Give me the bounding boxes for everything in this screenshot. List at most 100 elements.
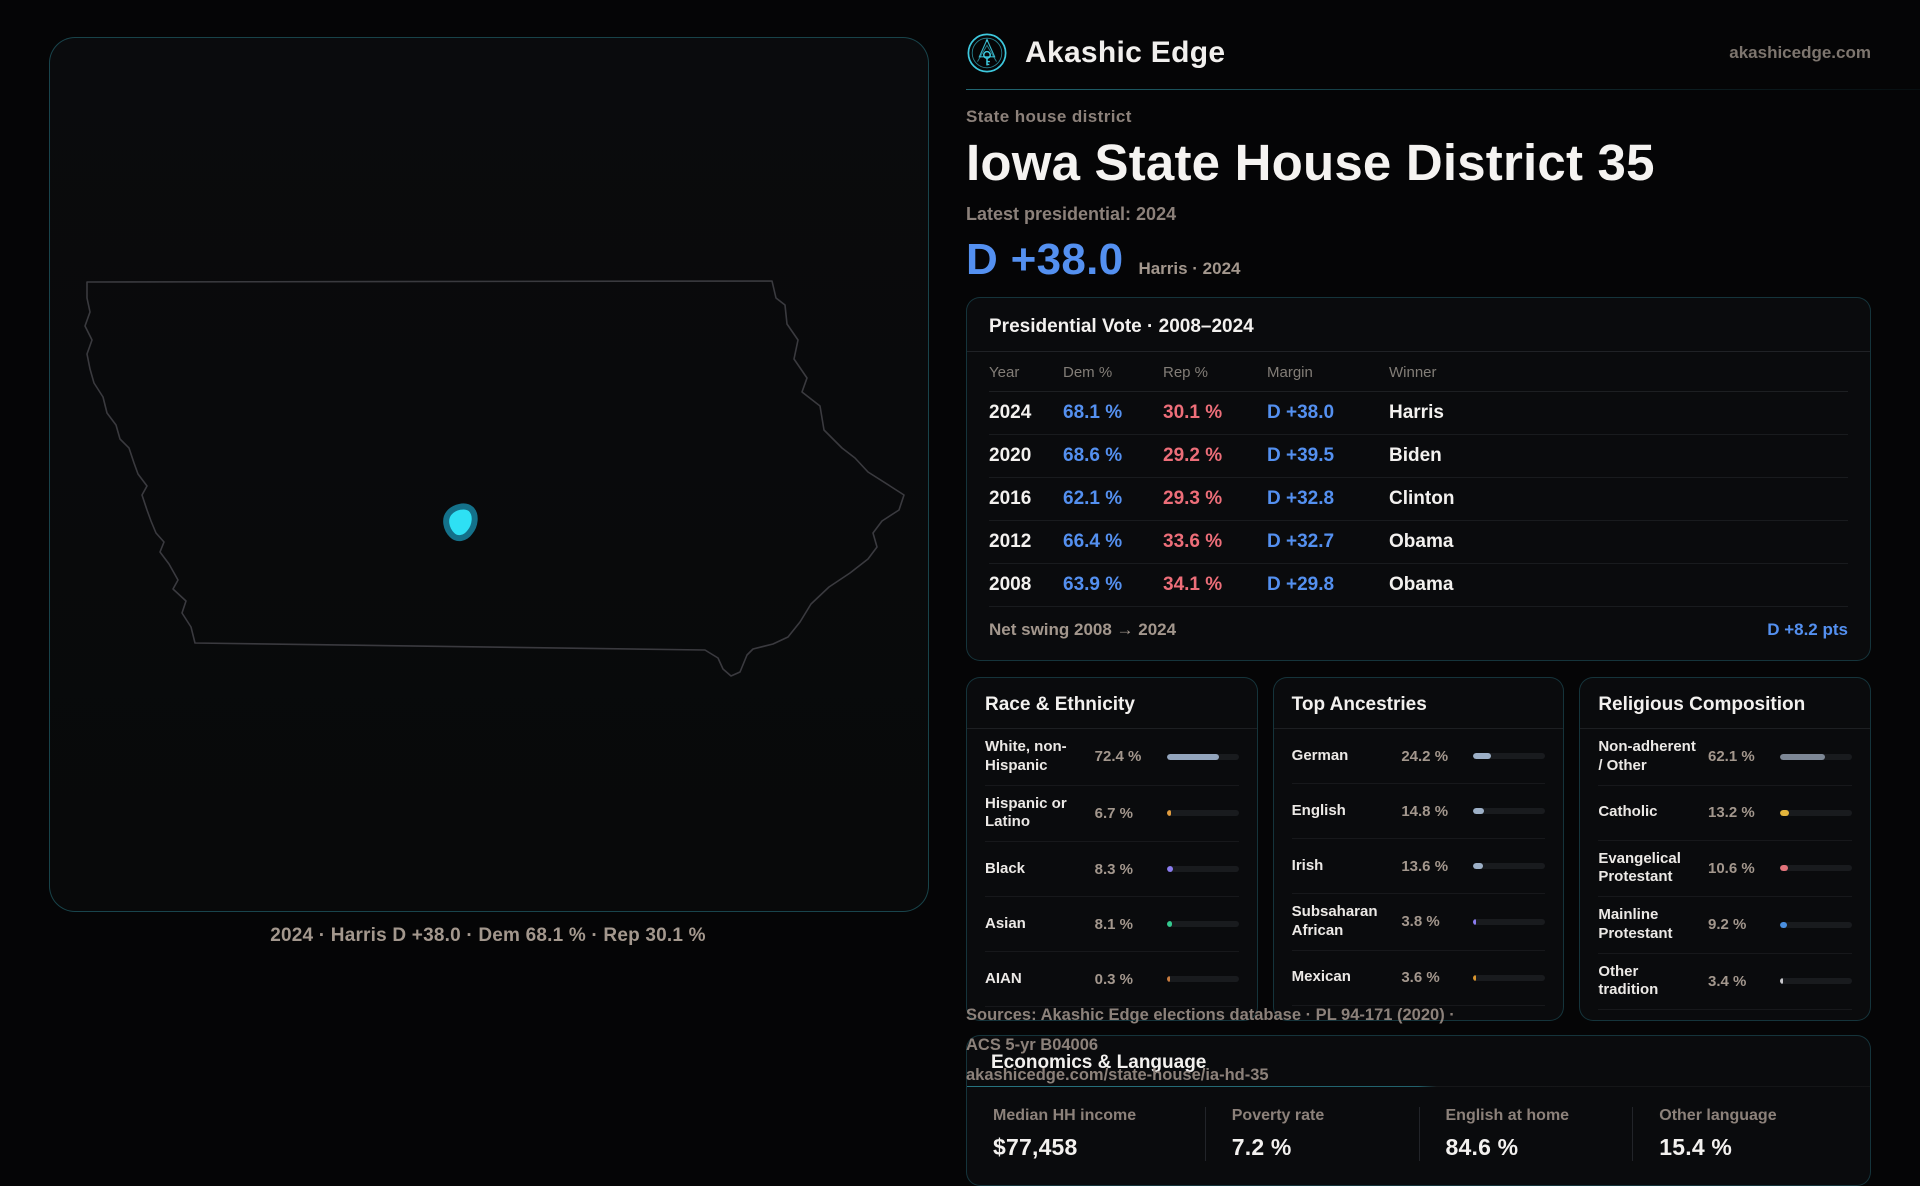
demographic-label: Catholic — [1598, 803, 1658, 821]
cell-rep-pct: 29.2 % — [1163, 445, 1223, 466]
demographic-value: 0.3 % — [1094, 970, 1134, 988]
cell-dem-pct: 68.6 % — [1063, 445, 1123, 466]
demographic-row: English 14.8 % — [1291, 784, 1546, 839]
sources-line: Sources: Akashic Edge elections database… — [966, 1006, 1455, 1054]
demographic-bar — [1166, 921, 1239, 927]
demographic-value: 24.2 % — [1401, 747, 1449, 765]
economics-stat-value: 15.4 % — [1659, 1134, 1733, 1160]
economics-stats: Median HH income $77,458 Poverty rate 7.2 %… — [991, 1107, 1846, 1161]
demographic-bar-fill — [1779, 753, 1825, 760]
demographic-row: Mainline Protestant 9.2 % — [1598, 897, 1852, 954]
demographic-bar-fill — [1473, 808, 1484, 814]
brand-domain-link[interactable]: akashicedge.com — [1729, 43, 1871, 63]
net-swing-row: Net swing 2008 → 2024 D +8.2 pts — [989, 607, 1848, 646]
demographics-grid: Race & Ethnicity White, non-Hispanic 72.4 … — [966, 677, 1871, 1021]
demographic-bar-fill — [1166, 866, 1173, 872]
cell-margin: D +38.0 — [1267, 402, 1335, 423]
economics-stat: English at home 84.6 % — [1418, 1107, 1633, 1161]
cell-margin: D +32.7 — [1267, 531, 1335, 552]
demographic-label: Mainline Protestant — [1598, 906, 1673, 942]
demographic-label: English — [1291, 801, 1346, 819]
sources-link[interactable]: akashicedge.com/state-house/ia-hd-35 — [966, 1066, 1269, 1084]
demographic-label: Black — [985, 859, 1026, 877]
col-winner: Winner — [1389, 364, 1437, 381]
demographic-label: Hispanic or Latino — [985, 794, 1067, 831]
economics-stat: Other language 15.4 % — [1632, 1107, 1846, 1161]
cell-winner: Obama — [1389, 531, 1454, 552]
brand-name: Akashic Edge — [1025, 36, 1226, 69]
demographic-bar — [1166, 753, 1239, 760]
demographic-bar — [1473, 753, 1546, 759]
cell-winner: Biden — [1389, 445, 1442, 466]
cell-dem-pct: 68.1 % — [1063, 402, 1123, 423]
demographic-row: Non-adherent / Other 62.1 % — [1598, 729, 1852, 786]
demographic-value: 8.1 % — [1094, 915, 1134, 933]
demographic-bar-fill — [1473, 753, 1491, 759]
economics-stat-label: Poverty rate — [1231, 1107, 1325, 1124]
cell-year: 2012 — [989, 531, 1032, 552]
demographic-row: Catholic 13.2 % — [1598, 786, 1852, 841]
demographic-row: German 24.2 % — [1291, 729, 1546, 784]
cell-rep-pct: 34.1 % — [1163, 574, 1223, 595]
demographic-label: Evangelical Protestant — [1598, 849, 1681, 886]
demographic-bar-fill — [1166, 810, 1172, 817]
demographics-panel: Top Ancestries German 24.2 % English 14.8 % I… — [1272, 677, 1565, 1021]
cell-rep-pct: 30.1 % — [1163, 402, 1223, 423]
cell-margin: D +32.8 — [1267, 488, 1335, 509]
economics-stat-label: English at home — [1445, 1107, 1570, 1124]
demographics-panel: Race & Ethnicity White, non-Hispanic 72.4 … — [966, 677, 1258, 1021]
district-map-panel — [49, 37, 929, 912]
presidential-panel-title: Presidential Vote · 2008–2024 — [989, 316, 1254, 337]
page-title: Iowa State House District 35 — [966, 134, 1655, 191]
demographic-bar — [1473, 974, 1546, 981]
table-body: 2024 68.1 % 30.1 % D +38.0 Harris 2020 68.6 % 2… — [989, 392, 1848, 607]
cell-dem-pct: 66.4 % — [1063, 531, 1123, 552]
col-year: Year — [989, 364, 1020, 381]
latest-presidential-label: Latest presidential: 2024 — [966, 204, 1177, 224]
demographic-bar — [1473, 808, 1546, 814]
demographic-label: Subsaharan African — [1291, 903, 1378, 939]
cell-dem-pct: 63.9 % — [1063, 574, 1123, 595]
demographic-bar-fill — [1779, 809, 1790, 816]
demographic-value: 3.8 % — [1401, 913, 1440, 931]
header-divider — [966, 89, 1920, 90]
brand-logo-icon — [967, 33, 1007, 73]
demographic-value: 9.2 % — [1707, 916, 1747, 934]
demographic-value: 8.3 % — [1094, 860, 1134, 878]
demographic-row: Asian 8.1 % — [985, 897, 1239, 952]
demographic-bar — [1473, 863, 1546, 869]
col-margin: Margin — [1267, 364, 1313, 381]
demographic-bar — [1473, 918, 1546, 925]
content-column: Akashic Edge akashicedge.com State house… — [966, 0, 1920, 1186]
net-swing-value: D +8.2 pts — [1767, 620, 1848, 639]
cell-winner: Clinton — [1389, 488, 1455, 509]
economics-stat-label: Other language — [1659, 1107, 1777, 1124]
demographic-bar-fill — [1473, 863, 1484, 869]
demographic-bar-fill — [1166, 921, 1173, 927]
demographic-value: 72.4 % — [1094, 748, 1142, 766]
app-root: 2024 · Harris D +38.0 · Dem 68.1 % · Rep… — [0, 0, 1920, 1186]
demographic-bar-fill — [1779, 865, 1788, 872]
demographic-row: Irish 13.6 % — [1291, 839, 1546, 894]
pres-row-2008: 2008 63.9 % 34.1 % D +29.8 Obama — [989, 564, 1848, 607]
cell-year: 2020 — [989, 445, 1032, 466]
economics-stat: Poverty rate 7.2 % — [1204, 1107, 1419, 1161]
demographic-label: Irish — [1291, 856, 1324, 874]
map-caption: 2024 · Harris D +38.0 · Dem 68.1 % · Rep… — [270, 925, 706, 946]
demographic-row: Evangelical Protestant 10.6 % — [1598, 841, 1852, 897]
demographic-row: Subsaharan African 3.8 % — [1291, 894, 1546, 951]
economics-stat-label: Median HH income — [993, 1107, 1137, 1124]
demographic-row: Other tradition 3.4 % — [1598, 954, 1852, 1010]
demographic-row: AIAN 0.3 % — [985, 952, 1239, 1007]
cell-year: 2016 — [989, 488, 1032, 509]
cell-margin: D +29.8 — [1267, 574, 1335, 595]
demographic-value: 13.2 % — [1707, 804, 1755, 821]
district-marker[interactable] — [443, 503, 478, 542]
demographic-bar — [1166, 976, 1239, 982]
demographics-panel-title: Race & Ethnicity — [985, 694, 1135, 715]
demographic-label: Other tradition — [1598, 962, 1659, 999]
iowa-state-outline — [84, 280, 905, 677]
sources-note: Sources: Akashic Edge elections database… — [966, 1000, 1466, 1090]
col-dem: Dem % — [1063, 364, 1113, 381]
map-section: 2024 · Harris D +38.0 · Dem 68.1 % · Rep… — [49, 37, 929, 947]
